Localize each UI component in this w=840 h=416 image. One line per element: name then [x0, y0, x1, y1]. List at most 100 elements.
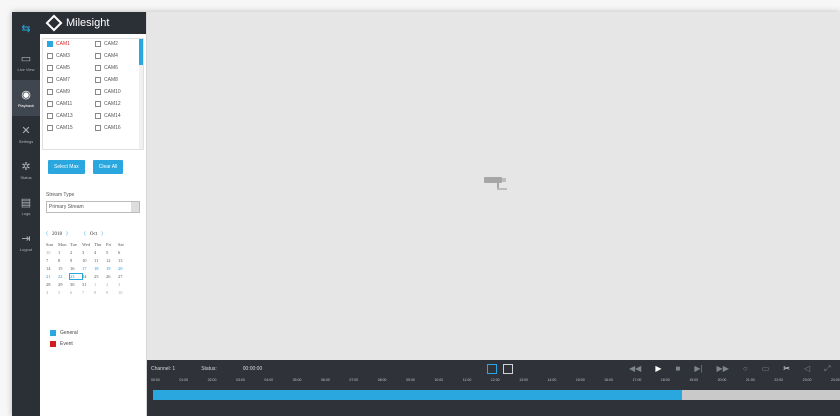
stop-icon[interactable]: ■ — [675, 364, 680, 374]
checkbox[interactable] — [47, 41, 53, 47]
fullscreen-icon[interactable]: ⤢ — [824, 364, 830, 374]
camera-item[interactable]: CAM12 — [95, 101, 139, 107]
calendar-day[interactable]: 30 — [46, 250, 58, 255]
search-icon[interactable]: ○ — [743, 364, 748, 374]
calendar-day[interactable]: 24 — [82, 274, 94, 279]
nav-status[interactable]: ✲ Status — [12, 152, 40, 188]
checkbox[interactable] — [47, 89, 53, 95]
calendar-day[interactable]: 11 — [94, 258, 106, 263]
camera-item[interactable]: CAM5 — [47, 65, 91, 71]
checkbox[interactable] — [95, 53, 101, 59]
calendar-day[interactable]: 5 — [106, 250, 118, 255]
checkbox[interactable] — [47, 77, 53, 83]
calendar-day[interactable]: 27 — [118, 274, 130, 279]
checkbox[interactable] — [95, 113, 101, 119]
calendar-day[interactable]: 10 — [118, 290, 130, 295]
calendar-day[interactable]: 14 — [46, 266, 58, 271]
calendar-day[interactable]: 2 — [106, 282, 118, 287]
calendar-day[interactable]: 9 — [70, 258, 82, 263]
clip-icon[interactable]: ✂ — [783, 364, 790, 374]
snapshot-icon[interactable]: ▭ — [762, 364, 770, 374]
fast-forward-icon[interactable]: ▶▶ — [717, 364, 729, 374]
calendar-day[interactable]: 22 — [58, 274, 70, 279]
calendar-day[interactable]: 19 — [106, 266, 118, 271]
nav-playback[interactable]: ◉ Playback — [12, 80, 40, 116]
camera-item[interactable]: CAM15 — [47, 125, 91, 131]
checkbox[interactable] — [95, 101, 101, 107]
camera-item[interactable]: CAM6 — [95, 65, 139, 71]
camera-item[interactable]: CAM9 — [47, 89, 91, 95]
step-forward-icon[interactable]: ▶| — [694, 364, 702, 374]
camera-item[interactable]: CAM13 — [47, 113, 91, 119]
calendar-day[interactable]: 23 — [69, 273, 83, 280]
calendar-day[interactable]: 13 — [118, 258, 130, 263]
checkbox[interactable] — [95, 125, 101, 131]
calendar-day[interactable]: 6 — [118, 250, 130, 255]
camera-item[interactable]: CAM3 — [47, 53, 91, 59]
calendar-day[interactable]: 10 — [82, 258, 94, 263]
calendar-day[interactable]: 17 — [82, 266, 94, 271]
next-month-icon[interactable]: ⟩ — [101, 231, 103, 237]
rewind-icon[interactable]: ◀◀ — [629, 364, 641, 374]
camera-item[interactable]: CAM16 — [95, 125, 139, 131]
checkbox[interactable] — [95, 65, 101, 71]
quad-layout-icon[interactable] — [503, 364, 513, 374]
calendar-day[interactable]: 30 — [70, 282, 82, 287]
nav-settings[interactable]: ✕ Settings — [12, 116, 40, 152]
calendar-day[interactable]: 4 — [46, 290, 58, 295]
checkbox[interactable] — [95, 89, 101, 95]
calendar-day[interactable]: 7 — [46, 258, 58, 263]
camera-item[interactable]: CAM2 — [95, 41, 139, 47]
calendar-day[interactable]: 2 — [70, 250, 82, 255]
calendar-day[interactable]: 1 — [58, 250, 70, 255]
calendar-day[interactable]: 9 — [106, 290, 118, 295]
chevron-down-icon[interactable] — [131, 202, 139, 212]
calendar-day[interactable]: 12 — [106, 258, 118, 263]
calendar-day[interactable]: 18 — [94, 266, 106, 271]
calendar-day[interactable]: 4 — [94, 250, 106, 255]
calendar-day[interactable]: 20 — [118, 266, 130, 271]
nav-logout[interactable]: ⇥ Logout — [12, 224, 40, 260]
checkbox[interactable] — [47, 101, 53, 107]
calendar-day[interactable]: 3 — [82, 250, 94, 255]
camera-item[interactable]: CAM11 — [47, 101, 91, 107]
calendar-day[interactable]: 15 — [58, 266, 70, 271]
clear-all-button[interactable]: Clear All — [92, 160, 124, 174]
camera-item[interactable]: CAM4 — [95, 53, 139, 59]
calendar-day[interactable]: 3 — [118, 282, 130, 287]
stream-type-select[interactable]: Primary Stream — [46, 201, 140, 213]
timeline-bar[interactable] — [153, 390, 840, 400]
checkbox[interactable] — [95, 41, 101, 47]
calendar-day[interactable]: 21 — [46, 274, 58, 279]
camera-list-scrollbar[interactable] — [139, 39, 143, 149]
scrollbar-thumb[interactable] — [139, 39, 143, 65]
select-max-button[interactable]: Select Max — [48, 160, 85, 174]
calendar-day[interactable]: 7 — [82, 290, 94, 295]
calendar-day[interactable]: 29 — [58, 282, 70, 287]
camera-item[interactable]: CAM1 — [47, 41, 91, 47]
camera-item[interactable]: CAM14 — [95, 113, 139, 119]
calendar-day[interactable]: 6 — [70, 290, 82, 295]
video-view[interactable] — [147, 12, 840, 360]
calendar-day[interactable]: 8 — [94, 290, 106, 295]
volume-icon[interactable]: ◁ — [804, 364, 810, 374]
checkbox[interactable] — [95, 77, 101, 83]
prev-month-icon[interactable]: ⟨ — [84, 231, 86, 237]
next-year-icon[interactable]: ⟩ — [66, 231, 68, 237]
calendar-day[interactable]: 26 — [106, 274, 118, 279]
calendar-day[interactable]: 31 — [82, 282, 94, 287]
nav-live-view[interactable]: ▭ Live View — [12, 44, 40, 80]
calendar-day[interactable]: 8 — [58, 258, 70, 263]
prev-year-icon[interactable]: ⟨ — [46, 231, 48, 237]
checkbox[interactable] — [47, 53, 53, 59]
checkbox[interactable] — [47, 113, 53, 119]
calendar-day[interactable]: 28 — [46, 282, 58, 287]
calendar-day[interactable]: 5 — [58, 290, 70, 295]
calendar-day[interactable]: 1 — [94, 282, 106, 287]
camera-item[interactable]: CAM8 — [95, 77, 139, 83]
calendar-day[interactable]: 25 — [94, 274, 106, 279]
play-icon[interactable]: ▶ — [655, 364, 661, 374]
nav-logs[interactable]: ▤ Logs — [12, 188, 40, 224]
camera-item[interactable]: CAM10 — [95, 89, 139, 95]
checkbox[interactable] — [47, 125, 53, 131]
